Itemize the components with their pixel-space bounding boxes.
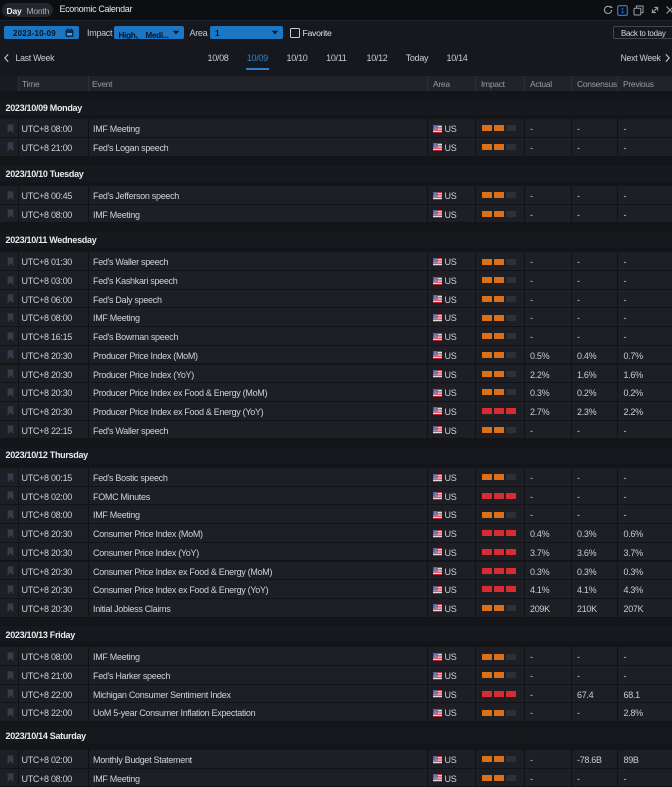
svg-text:1: 1 xyxy=(621,8,625,15)
